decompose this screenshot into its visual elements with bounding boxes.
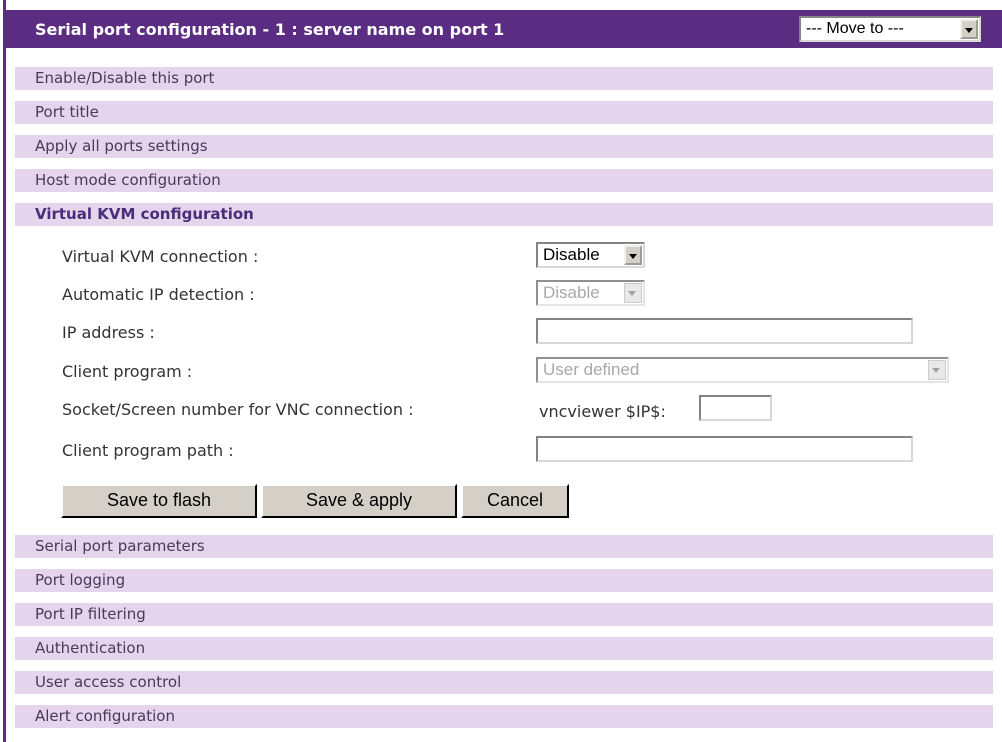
section-apply-all-ports[interactable]: Apply all ports settings <box>15 135 993 158</box>
section-port-title[interactable]: Port title <box>15 101 993 124</box>
client-program-value: User defined <box>543 360 640 379</box>
client-program-label: Client program : <box>62 362 193 381</box>
kvm-connection-value: Disable <box>543 245 600 264</box>
auto-ip-label: Automatic IP detection : <box>62 285 255 304</box>
chevron-down-icon <box>928 360 946 380</box>
page-title: Serial port configuration - 1 : server n… <box>35 20 505 39</box>
page-header: Serial port configuration - 1 : server n… <box>6 10 1002 48</box>
section-alert-configuration[interactable]: Alert configuration <box>15 705 993 728</box>
chevron-down-icon <box>624 283 642 303</box>
vnc-command-prefix: vncviewer $IP$: <box>539 402 666 421</box>
section-enable-disable[interactable]: Enable/Disable this port <box>15 67 993 90</box>
section-authentication[interactable]: Authentication <box>15 637 993 660</box>
cancel-button[interactable]: Cancel <box>461 484 569 518</box>
client-path-input[interactable] <box>536 436 913 462</box>
section-host-mode[interactable]: Host mode configuration <box>15 169 993 192</box>
auto-ip-select: Disable <box>536 280 645 306</box>
move-to-select[interactable]: --- Move to --- <box>799 16 981 42</box>
save-to-flash-button[interactable]: Save to flash <box>61 484 257 518</box>
kvm-connection-label: Virtual KVM connection : <box>62 247 259 266</box>
socket-number-label: Socket/Screen number for VNC connection … <box>62 400 414 419</box>
chevron-down-icon[interactable] <box>960 19 978 39</box>
section-port-logging[interactable]: Port logging <box>15 569 993 592</box>
section-serial-port-parameters[interactable]: Serial port parameters <box>15 535 993 558</box>
section-user-access-control[interactable]: User access control <box>15 671 993 694</box>
save-and-apply-button[interactable]: Save & apply <box>261 484 457 518</box>
section-virtual-kvm[interactable]: Virtual KVM configuration <box>15 203 993 226</box>
config-frame: Serial port configuration - 1 : server n… <box>3 0 1002 742</box>
auto-ip-value: Disable <box>543 283 600 302</box>
move-to-value: --- Move to --- <box>806 20 904 37</box>
ip-address-input[interactable] <box>536 318 913 344</box>
section-port-ip-filtering[interactable]: Port IP filtering <box>15 603 993 626</box>
client-program-select: User defined <box>536 357 949 383</box>
chevron-down-icon[interactable] <box>624 245 642 265</box>
socket-number-input[interactable] <box>699 395 772 421</box>
client-path-label: Client program path : <box>62 441 234 460</box>
ip-address-label: IP address : <box>62 323 155 342</box>
kvm-connection-select[interactable]: Disable <box>536 242 645 268</box>
